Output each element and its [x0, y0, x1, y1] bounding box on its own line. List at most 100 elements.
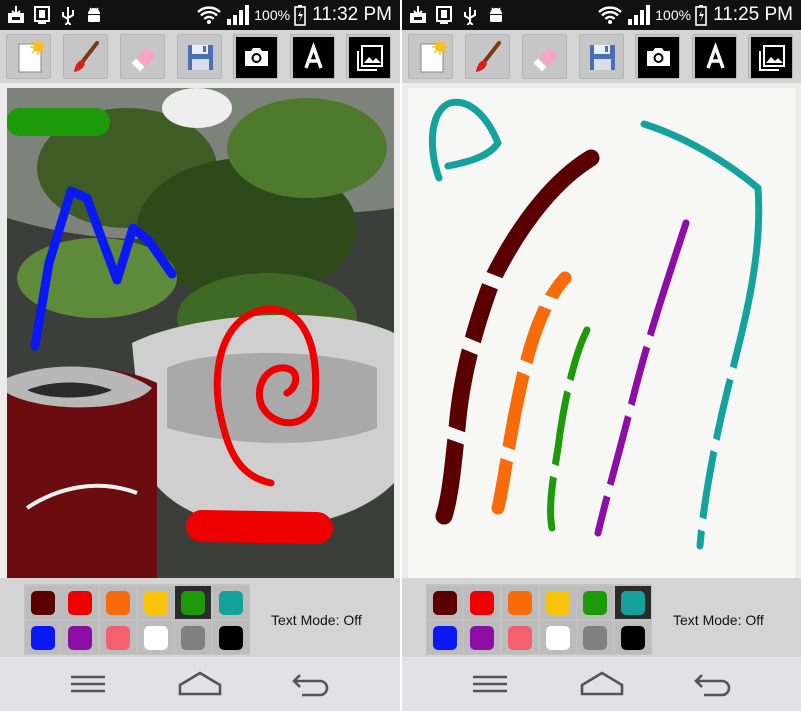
new-document-icon [420, 39, 448, 73]
brush-button[interactable] [465, 34, 510, 79]
download-notification-icon [8, 6, 24, 23]
color-swatch-green[interactable] [577, 586, 613, 619]
color-swatch-purple[interactable] [464, 621, 500, 654]
color-swatch-maroon[interactable] [427, 586, 463, 619]
save-button[interactable] [177, 34, 222, 79]
camera-button[interactable] [635, 34, 680, 79]
usb-icon [464, 7, 476, 25]
text-mode-status[interactable]: Text Mode: Off [271, 612, 362, 628]
color-swatch-pink[interactable] [100, 621, 136, 654]
menu-icon [473, 675, 507, 693]
color-swatch-orange[interactable] [100, 586, 136, 619]
download-notification-icon [410, 6, 426, 23]
swatch-chip [508, 591, 532, 615]
color-swatch-red[interactable] [62, 586, 98, 619]
stroke-teal [640, 120, 763, 550]
color-swatch-red[interactable] [464, 586, 500, 619]
color-swatch-blue[interactable] [25, 621, 61, 654]
swatch-chip [181, 591, 205, 615]
swatch-chip [508, 626, 532, 650]
new-canvas-button[interactable] [408, 34, 453, 79]
save-button[interactable] [579, 34, 624, 79]
color-swatch-blue[interactable] [427, 621, 463, 654]
camera-icon [236, 37, 277, 78]
home-icon [178, 671, 222, 696]
gallery-icon [349, 37, 390, 78]
color-swatch-teal[interactable] [213, 586, 249, 619]
color-swatch-black[interactable] [615, 621, 651, 654]
palette-bar: Text Mode: Off [0, 578, 400, 657]
drawn-strokes [7, 108, 333, 544]
back-button[interactable] [290, 669, 334, 699]
drawn-strokes [408, 98, 795, 564]
new-canvas-button[interactable] [6, 34, 51, 79]
stroke-green [547, 326, 591, 532]
color-swatch-purple[interactable] [62, 621, 98, 654]
floppy-disk-icon [188, 45, 213, 70]
color-swatch-orange[interactable] [502, 586, 538, 619]
swatch-chip [31, 591, 55, 615]
brush-button[interactable] [63, 34, 108, 79]
wifi-icon [197, 6, 222, 24]
stroke-teal [428, 98, 502, 182]
text-a-icon [695, 37, 736, 78]
color-swatch-yellow[interactable] [138, 586, 174, 619]
swatch-chip [106, 626, 130, 650]
swatch-chip [144, 626, 168, 650]
swatch-chip [68, 591, 92, 615]
text-button[interactable] [692, 34, 737, 79]
color-swatch-white[interactable] [540, 621, 576, 654]
stroke-red [186, 510, 333, 544]
paintbrush-icon [476, 41, 501, 72]
color-swatch-yellow[interactable] [540, 586, 576, 619]
color-swatch-pink[interactable] [502, 621, 538, 654]
text-a-icon [293, 37, 334, 78]
drawing-canvas[interactable] [7, 88, 394, 578]
navigation-bar [402, 657, 801, 711]
gallery-button[interactable] [346, 34, 391, 79]
drawing-canvas[interactable] [408, 88, 795, 578]
eraser-button[interactable] [120, 34, 165, 79]
text-mode-status[interactable]: Text Mode: Off [673, 612, 764, 628]
color-swatch-gray[interactable] [577, 621, 613, 654]
menu-button[interactable] [66, 669, 110, 699]
status-bar: 100% 11:25 PM [402, 0, 801, 30]
gallery-button[interactable] [748, 34, 793, 79]
eraser-icon [130, 47, 156, 73]
menu-icon [71, 675, 105, 693]
phone-screen-left: 100% 11:32 PM Text Mode: Off [0, 0, 400, 711]
color-swatch-teal[interactable] [615, 586, 651, 619]
swatch-chip [106, 591, 130, 615]
back-icon [694, 674, 731, 697]
color-swatch-white[interactable] [138, 621, 174, 654]
camera-button[interactable] [233, 34, 278, 79]
color-swatch-gray[interactable] [175, 621, 211, 654]
home-button[interactable] [580, 669, 624, 699]
swatch-chip [433, 626, 457, 650]
paintbrush-icon [74, 41, 99, 72]
swatch-chip [470, 591, 494, 615]
color-swatch-maroon[interactable] [25, 586, 61, 619]
color-palette [426, 584, 652, 655]
swatch-chip [546, 591, 570, 615]
back-icon [292, 674, 329, 697]
home-button[interactable] [178, 669, 222, 699]
swatch-chip [219, 591, 243, 615]
color-swatch-black[interactable] [213, 621, 249, 654]
text-button[interactable] [290, 34, 335, 79]
status-bar: 100% 11:32 PM [0, 0, 400, 30]
back-button[interactable] [692, 669, 736, 699]
swatch-chip [583, 591, 607, 615]
battery-charging-icon [695, 5, 707, 26]
screen-cast-icon [436, 6, 452, 24]
eraser-button[interactable] [522, 34, 567, 79]
eraser-icon [532, 47, 558, 73]
color-palette [24, 584, 250, 655]
camera-icon [638, 37, 679, 78]
screen-cast-icon [34, 6, 50, 24]
swatch-chip [621, 626, 645, 650]
swatch-chip [31, 626, 55, 650]
gallery-icon [751, 37, 792, 78]
color-swatch-green[interactable] [175, 586, 211, 619]
menu-button[interactable] [468, 669, 512, 699]
